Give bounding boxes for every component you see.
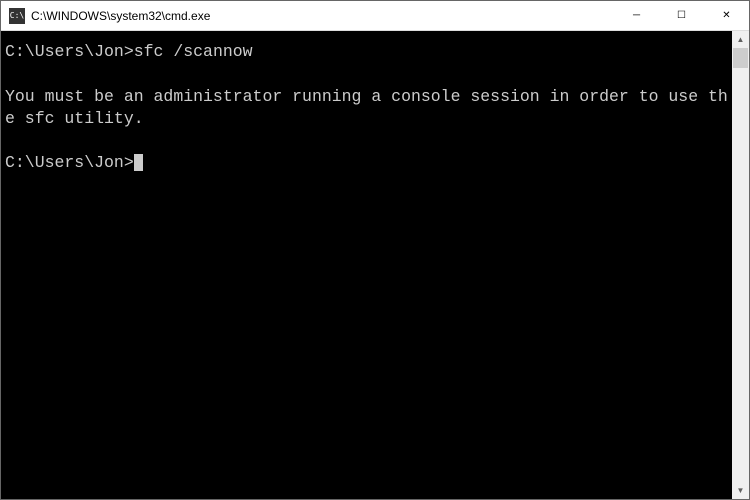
prompt: C:\Users\Jon>	[5, 153, 134, 172]
command-text: sfc /scannow	[134, 42, 253, 61]
terminal-content[interactable]: C:\Users\Jon>sfc /scannow You must be an…	[1, 31, 732, 499]
cmd-window: C:\ C:\WINDOWS\system32\cmd.exe ─ ☐ ✕ C:…	[0, 0, 750, 500]
window-title: C:\WINDOWS\system32\cmd.exe	[31, 9, 614, 23]
minimize-button[interactable]: ─	[614, 1, 659, 30]
scroll-up-arrow[interactable]: ▲	[732, 31, 749, 48]
close-button[interactable]: ✕	[704, 1, 749, 30]
terminal-body: C:\Users\Jon>sfc /scannow You must be an…	[1, 31, 749, 499]
titlebar[interactable]: C:\ C:\WINDOWS\system32\cmd.exe ─ ☐ ✕	[1, 1, 749, 31]
scrollbar-thumb[interactable]	[733, 48, 748, 68]
terminal-line: C:\Users\Jon>	[5, 152, 728, 174]
scroll-down-arrow[interactable]: ▼	[732, 482, 749, 499]
prompt: C:\Users\Jon>	[5, 42, 134, 61]
app-icon: C:\	[9, 8, 25, 24]
terminal-line	[5, 63, 728, 85]
terminal-line	[5, 130, 728, 152]
terminal-line: You must be an administrator running a c…	[5, 86, 728, 131]
scrollbar[interactable]: ▲ ▼	[732, 31, 749, 499]
window-controls: ─ ☐ ✕	[614, 1, 749, 30]
terminal-line: C:\Users\Jon>sfc /scannow	[5, 41, 728, 63]
cursor	[134, 154, 143, 171]
maximize-button[interactable]: ☐	[659, 1, 704, 30]
